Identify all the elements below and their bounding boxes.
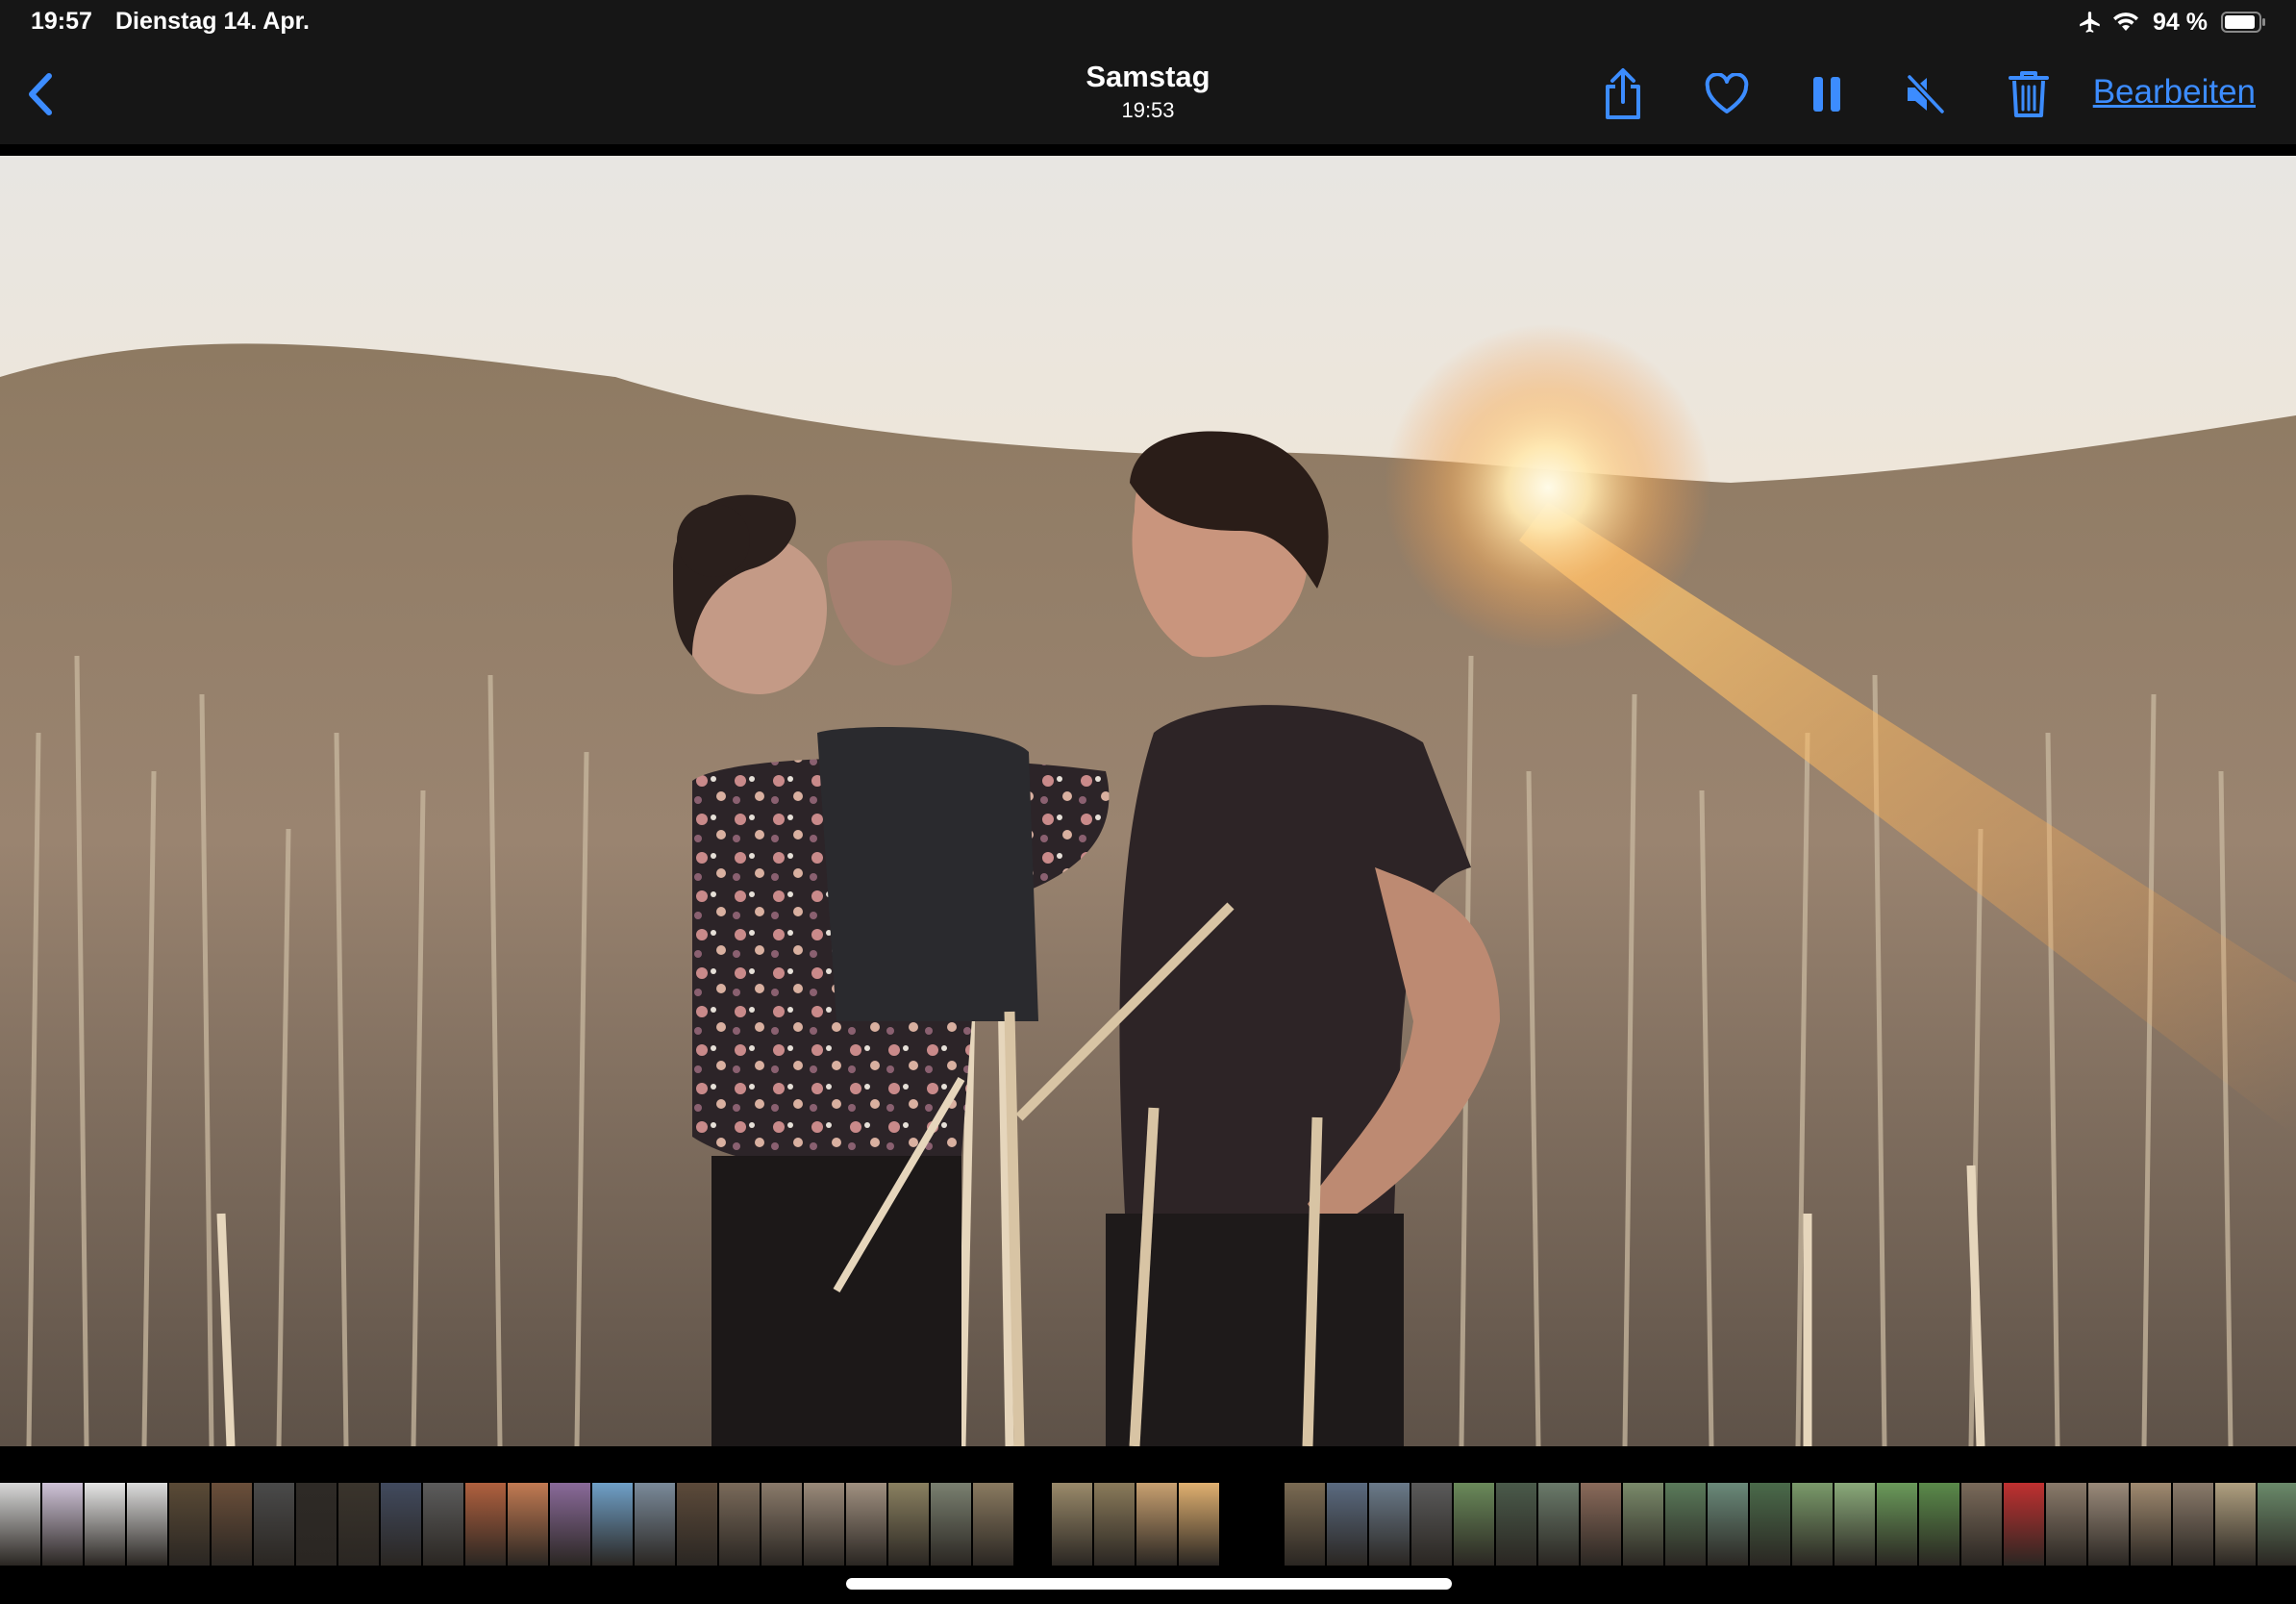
photo-thumbnail[interactable]: [1327, 1483, 1367, 1566]
battery-icon: [2221, 11, 2267, 34]
photo-thumbnail[interactable]: [804, 1483, 844, 1566]
photo-thumbnail[interactable]: [931, 1483, 971, 1566]
nav-subtitle: 19:53: [1121, 98, 1175, 122]
share-button[interactable]: [1592, 63, 1654, 125]
status-indicators: 94 %: [2078, 6, 2267, 38]
status-bar: 19:57 Dienstag 14. Apr. 94 %: [0, 0, 2296, 44]
photo-thumbnail[interactable]: [761, 1483, 802, 1566]
thumbnail-strip: [0, 1446, 2296, 1604]
status-date: Dienstag 14. Apr.: [115, 8, 310, 35]
photo-thumbnail[interactable]: [888, 1483, 929, 1566]
photo-thumbnail[interactable]: [1834, 1483, 1875, 1566]
photo-thumbnail[interactable]: [1136, 1483, 1177, 1566]
photo-thumbnail[interactable]: [1708, 1483, 1748, 1566]
photo-thumbnail[interactable]: [1581, 1483, 1621, 1566]
nav-title: Samstag: [1086, 60, 1210, 93]
airplane-icon: [2078, 10, 2103, 35]
mute-button[interactable]: [1894, 63, 1956, 125]
photo-thumbnail[interactable]: [1538, 1483, 1579, 1566]
photo-thumbnail[interactable]: [0, 1483, 40, 1566]
photo-thumbnail[interactable]: [1750, 1483, 1790, 1566]
photo-thumbnail[interactable]: [2131, 1483, 2171, 1566]
photo-thumbnail[interactable]: [1411, 1483, 1452, 1566]
photo-thumbnail[interactable]: [1179, 1483, 1219, 1566]
edit-button[interactable]: Bearbeiten: [2093, 73, 2256, 112]
photo-thumbnail[interactable]: [635, 1483, 675, 1566]
back-chevron-icon: [29, 73, 52, 115]
share-icon: [1606, 68, 1640, 119]
photo-thumbnail[interactable]: [846, 1483, 886, 1566]
photo-thumbnail[interactable]: [254, 1483, 294, 1566]
photo-thumbnail[interactable]: [85, 1483, 125, 1566]
photo-thumbnail[interactable]: [2173, 1483, 2213, 1566]
photo-thumbnail[interactable]: [508, 1483, 548, 1566]
photo-thumbnail[interactable]: [1623, 1483, 1663, 1566]
photo-thumbnail[interactable]: [1496, 1483, 1536, 1566]
delete-button[interactable]: [1998, 63, 2059, 125]
photo-thumbnail[interactable]: [1285, 1483, 1325, 1566]
photo-thumbnail[interactable]: [550, 1483, 590, 1566]
photo-thumbnail[interactable]: [42, 1483, 83, 1566]
photo-thumbnail[interactable]: [338, 1483, 379, 1566]
photo-thumbnail[interactable]: [212, 1483, 252, 1566]
speaker-muted-icon: [1906, 73, 1946, 115]
photo-thumbnail[interactable]: [2088, 1483, 2129, 1566]
photo-thumbnail[interactable]: [1877, 1483, 1917, 1566]
photo-thumbnail[interactable]: [973, 1483, 1013, 1566]
photo-thumbnail[interactable]: [1919, 1483, 1959, 1566]
heart-icon: [1705, 73, 1749, 113]
photo-nav-bar: Samstag 19:53 Bearbeiten: [0, 44, 2296, 144]
status-time: 19:57: [31, 8, 92, 35]
photo-thumbnail[interactable]: [1094, 1483, 1135, 1566]
home-indicator[interactable]: [846, 1578, 1452, 1590]
photo-thumbnail[interactable]: [2046, 1483, 2086, 1566]
photo-thumbnail[interactable]: [2004, 1483, 2044, 1566]
photo-thumbnail[interactable]: [381, 1483, 421, 1566]
photo-thumbnail[interactable]: [1961, 1483, 2002, 1566]
photo-image[interactable]: [0, 156, 2296, 1446]
photo-thumbnail[interactable]: [2215, 1483, 2256, 1566]
photo-thumbnail[interactable]: [127, 1483, 167, 1566]
photo-thumbnail[interactable]: [423, 1483, 463, 1566]
photo-thumbnail[interactable]: [677, 1483, 717, 1566]
photo-thumbnail[interactable]: [1369, 1483, 1410, 1566]
photo-thumbnail[interactable]: [296, 1483, 337, 1566]
favorite-button[interactable]: [1696, 63, 1758, 125]
photo-thumbnail[interactable]: [465, 1483, 506, 1566]
trash-icon: [2009, 71, 2049, 117]
pause-icon: [1813, 77, 1840, 112]
photo-thumbnail[interactable]: [1665, 1483, 1706, 1566]
photo-thumbnail[interactable]: [719, 1483, 760, 1566]
wifi-icon: [2112, 11, 2139, 34]
photo-thumbnail[interactable]: [2258, 1483, 2296, 1566]
photo-thumbnail[interactable]: [1792, 1483, 1833, 1566]
photo-thumbnail[interactable]: [1052, 1483, 1092, 1566]
photo-thumbnail[interactable]: [592, 1483, 633, 1566]
photo-thumbnail[interactable]: [169, 1483, 210, 1566]
nav-divider: [0, 144, 2296, 156]
photo-thumbnail[interactable]: [1454, 1483, 1494, 1566]
back-button[interactable]: [13, 63, 67, 125]
pause-button[interactable]: [1796, 63, 1858, 125]
thumbnail-scroller[interactable]: [0, 1483, 2296, 1566]
battery-percent: 94 %: [2153, 8, 2208, 36]
